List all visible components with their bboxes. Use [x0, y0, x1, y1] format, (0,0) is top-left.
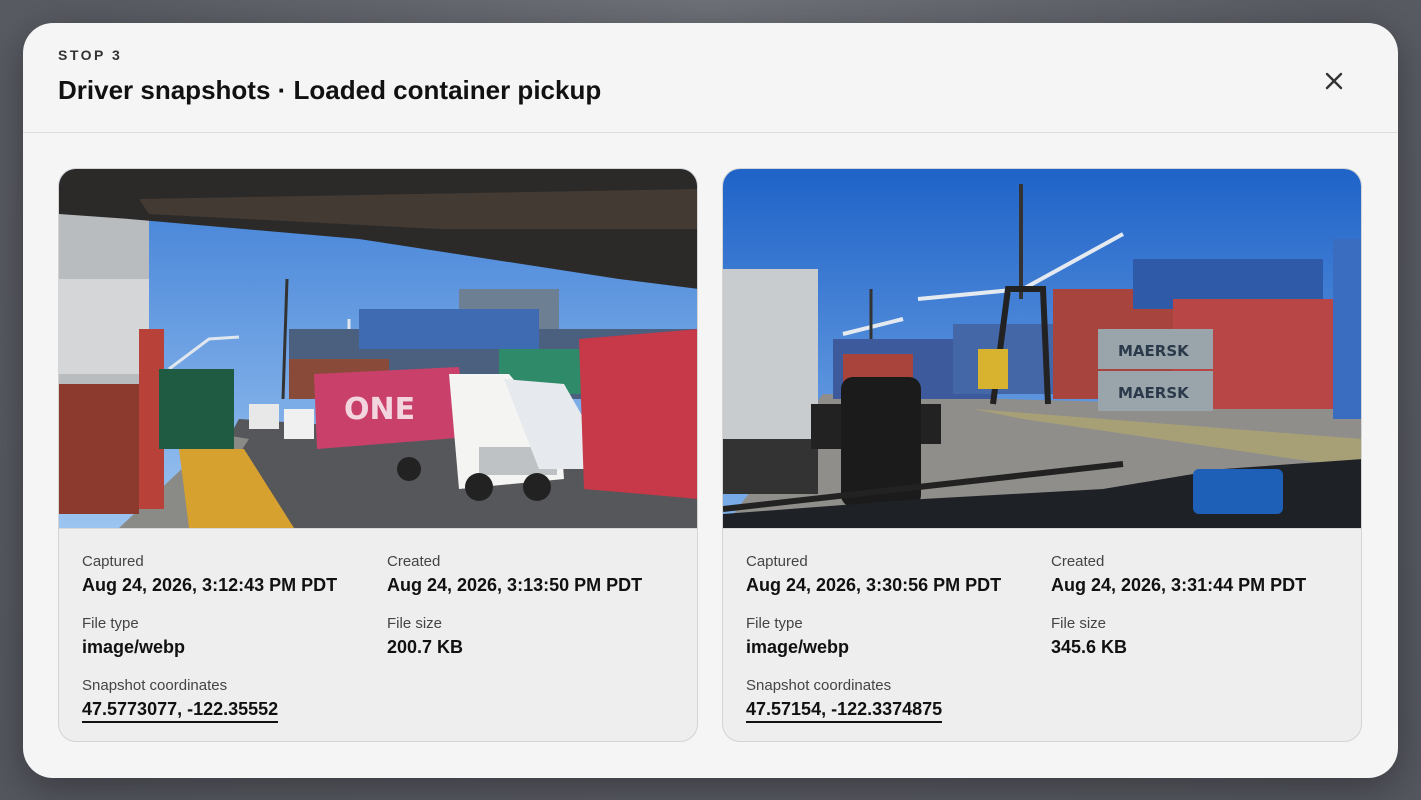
created-value: Aug 24, 2026, 3:31:44 PM PDT [1051, 575, 1307, 595]
coordinates-field: Snapshot coordinates 47.57154, -122.3374… [746, 677, 943, 723]
file-type-label: File type [82, 615, 139, 632]
svg-text:ONE: ONE [344, 392, 415, 427]
file-size-label: File size [1051, 615, 1107, 632]
svg-text:MAERSK: MAERSK [1118, 384, 1190, 402]
stop-label: STOP 3 [58, 47, 123, 63]
created-field: Created Aug 24, 2026, 3:13:50 PM PDT [387, 553, 642, 596]
created-field: Created Aug 24, 2026, 3:31:44 PM PDT [1051, 553, 1306, 596]
coordinates-field: Snapshot coordinates 47.5773077, -122.35… [82, 677, 279, 723]
coordinates-link[interactable]: 47.5773077, -122.35552 [82, 698, 279, 723]
coordinates-label: Snapshot coordinates [82, 677, 228, 694]
file-type-value: image/webp [746, 637, 850, 657]
snapshot-card-2: MAERSK MAERSK Captured Aug 24, 2026, 3:3 [722, 168, 1362, 742]
close-icon [1325, 72, 1343, 90]
modal-title: Driver snapshots · Loaded container pick… [58, 75, 602, 105]
snapshot-photo-2[interactable]: MAERSK MAERSK [723, 169, 1362, 528]
close-button[interactable] [1318, 65, 1350, 97]
captured-field: Captured Aug 24, 2026, 3:12:43 PM PDT [82, 553, 337, 596]
svg-text:MAERSK: MAERSK [1118, 342, 1190, 360]
created-value: Aug 24, 2026, 3:13:50 PM PDT [387, 575, 643, 595]
snapshots-modal: STOP 3 Driver snapshots · Loaded contain… [23, 23, 1398, 778]
file-type-label: File type [746, 615, 803, 632]
file-size-value: 345.6 KB [1051, 637, 1128, 657]
snapshot-photo-1[interactable]: ONE [59, 169, 698, 528]
snapshot-meta-2: Captured Aug 24, 2026, 3:30:56 PM PDT Cr… [723, 528, 1361, 741]
file-size-field: File size 200.7 KB [387, 615, 463, 658]
file-type-field: File type image/webp [746, 615, 849, 658]
captured-value: Aug 24, 2026, 3:12:43 PM PDT [82, 575, 338, 595]
snapshot-meta-1: Captured Aug 24, 2026, 3:12:43 PM PDT Cr… [59, 528, 697, 741]
coordinates-label: Snapshot coordinates [746, 677, 892, 694]
snapshot-card-1: ONE Captured Aug 24, 2026, 3:12:43 PM PD… [58, 168, 698, 742]
modal-header: STOP 3 Driver snapshots · Loaded contain… [23, 23, 1398, 133]
file-size-field: File size 345.6 KB [1051, 615, 1127, 658]
file-type-field: File type image/webp [82, 615, 185, 658]
captured-field: Captured Aug 24, 2026, 3:30:56 PM PDT [746, 553, 1001, 596]
created-label: Created [387, 553, 441, 570]
file-size-value: 200.7 KB [387, 637, 464, 657]
captured-value: Aug 24, 2026, 3:30:56 PM PDT [746, 575, 1002, 595]
file-type-value: image/webp [82, 637, 186, 657]
coordinates-link[interactable]: 47.57154, -122.3374875 [746, 698, 943, 723]
captured-label: Captured [82, 553, 144, 570]
file-size-label: File size [387, 615, 443, 632]
captured-label: Captured [746, 553, 808, 570]
created-label: Created [1051, 553, 1105, 570]
